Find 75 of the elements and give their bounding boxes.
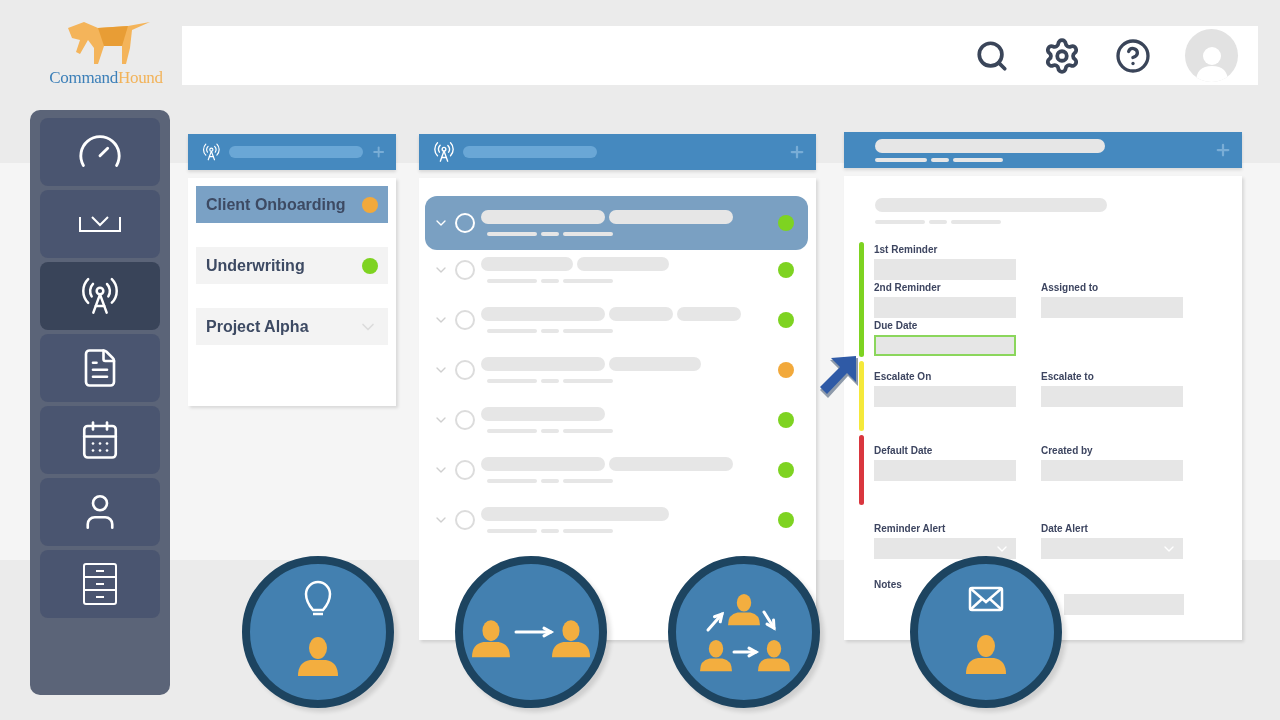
input-field[interactable] <box>1064 594 1184 615</box>
placeholder-bar <box>875 157 927 162</box>
cabinet-icon <box>80 562 120 606</box>
field-label: Escalate to <box>1041 371 1095 383</box>
placeholder-bar <box>487 232 537 236</box>
sidebar-item[interactable] <box>40 118 160 186</box>
input-field[interactable] <box>1041 460 1183 481</box>
add-icon[interactable] <box>1214 141 1232 159</box>
field-label: Default Date <box>874 445 934 457</box>
logo-text: CommandHound <box>49 68 163 88</box>
sidebar-item[interactable] <box>40 262 160 330</box>
project-name: Underwriting <box>206 256 305 275</box>
sidebar-item[interactable] <box>40 334 160 402</box>
arrow-icon <box>514 626 555 638</box>
field-label: Notes <box>874 579 903 591</box>
input-field[interactable] <box>874 259 1016 280</box>
search-icon[interactable] <box>975 38 1009 73</box>
add-icon[interactable] <box>788 143 806 161</box>
checkbox-circle[interactable] <box>455 460 475 480</box>
input-field[interactable] <box>874 386 1016 407</box>
person-icon <box>552 620 590 658</box>
task-row[interactable] <box>425 196 808 250</box>
lightbulb-icon <box>304 580 332 616</box>
radio-tower-icon <box>80 276 120 316</box>
dropdown-field[interactable] <box>1041 538 1183 559</box>
sidebar-item[interactable] <box>40 550 160 618</box>
pointer-arrow <box>818 356 860 400</box>
placeholder-bar <box>541 232 559 236</box>
sidebar-item[interactable] <box>40 190 160 258</box>
field-label: Escalate On <box>874 371 933 383</box>
settings-icon[interactable] <box>1043 36 1081 75</box>
person-icon <box>472 620 510 658</box>
arrow-icon <box>706 611 725 632</box>
field-label: Due Date <box>874 320 919 332</box>
field-label: 2nd Reminder <box>874 282 942 294</box>
input-field[interactable] <box>874 297 1016 318</box>
checkbox-circle[interactable] <box>455 510 475 530</box>
input-field[interactable] <box>1041 297 1183 318</box>
field-label: Created by <box>1041 445 1094 457</box>
project-item[interactable]: Project Alpha <box>196 308 388 345</box>
sidebar-item[interactable] <box>40 478 160 546</box>
placeholder-bar <box>953 157 1003 162</box>
inbox-icon <box>79 216 121 232</box>
person-icon <box>728 594 760 626</box>
checkbox-circle[interactable] <box>455 410 475 430</box>
person-icon <box>298 637 338 676</box>
placeholder-bar <box>563 232 613 236</box>
field-label: Reminder Alert <box>874 523 947 535</box>
field-label: Assigned to <box>1041 282 1100 294</box>
envelope-icon <box>968 586 1004 612</box>
field-label: 1st Reminder <box>874 244 939 256</box>
placeholder-bar <box>609 307 673 321</box>
project-name: Project Alpha <box>206 317 309 336</box>
field-label: Date Alert <box>1041 523 1089 535</box>
placeholder-bar <box>931 157 949 162</box>
help-icon[interactable] <box>1115 37 1151 74</box>
person-icon <box>758 640 790 672</box>
checkbox-circle[interactable] <box>455 260 475 280</box>
checkbox-circle[interactable] <box>455 360 475 380</box>
checkbox-circle[interactable] <box>455 310 475 330</box>
dropdown-field[interactable] <box>874 538 1016 559</box>
radio-tower-icon <box>202 141 221 163</box>
person-icon <box>966 635 1006 674</box>
arrow-icon <box>732 646 760 658</box>
arrow-icon <box>762 610 776 631</box>
input-field[interactable] <box>874 460 1016 481</box>
input-field[interactable] <box>1041 386 1183 407</box>
input-field[interactable] <box>874 335 1016 356</box>
project-name: Client Onboarding <box>206 195 346 214</box>
person-icon <box>700 640 732 672</box>
placeholder-bar <box>677 307 741 321</box>
avatar[interactable] <box>1185 29 1238 82</box>
sidebar-item[interactable] <box>40 406 160 474</box>
radio-tower-icon <box>433 141 455 163</box>
project-item[interactable]: Underwriting <box>196 247 388 284</box>
